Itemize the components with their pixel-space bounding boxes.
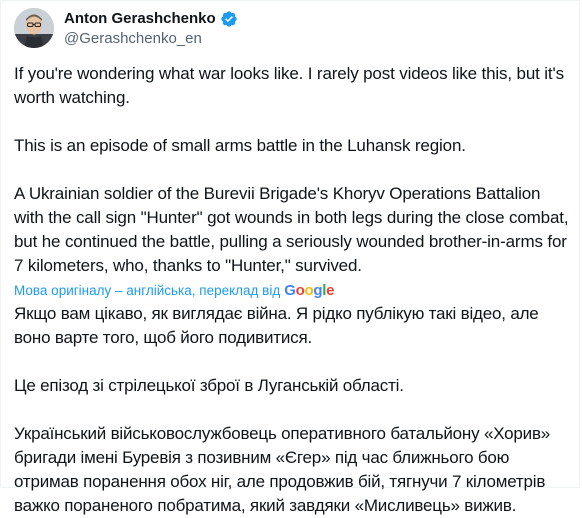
translated-paragraph: Український військовослужбовець оператив…: [14, 424, 551, 515]
avatar[interactable]: [14, 8, 54, 48]
tweet-paragraph: This is an episode of small arms battle …: [14, 136, 466, 155]
author-handle[interactable]: @Gerashchenko_en: [64, 30, 238, 48]
google-letter: e: [326, 281, 335, 299]
tweet-text: If you're wondering what war looks like.…: [14, 62, 574, 278]
google-letter: g: [313, 281, 323, 299]
google-logo: Google: [284, 282, 334, 299]
translation-label[interactable]: Мова оригіналу – англійська, переклад ві…: [14, 283, 280, 298]
translated-paragraph: Це епізод зі стрілецької зброї в Лугансь…: [14, 376, 404, 395]
translated-paragraph: Якщо вам цікаво, як виглядає війна. Я рі…: [14, 304, 539, 347]
translation-attribution[interactable]: Мова оригіналу – англійська, переклад ві…: [14, 280, 334, 300]
tweet-paragraph: If you're wondering what war looks like.…: [14, 64, 564, 107]
author-display-name[interactable]: Anton Gerashchenko: [64, 10, 216, 28]
tweet-header: Anton Gerashchenko @Gerashchenko_en: [14, 8, 554, 48]
author-names: Anton Gerashchenko @Gerashchenko_en: [64, 10, 238, 48]
translated-text: Якщо вам цікаво, як виглядає війна. Я рі…: [14, 302, 574, 518]
google-letter: G: [284, 281, 296, 299]
tweet-paragraph: A Ukrainian soldier of the Burevii Briga…: [14, 184, 569, 275]
verified-badge-icon: [220, 10, 238, 28]
